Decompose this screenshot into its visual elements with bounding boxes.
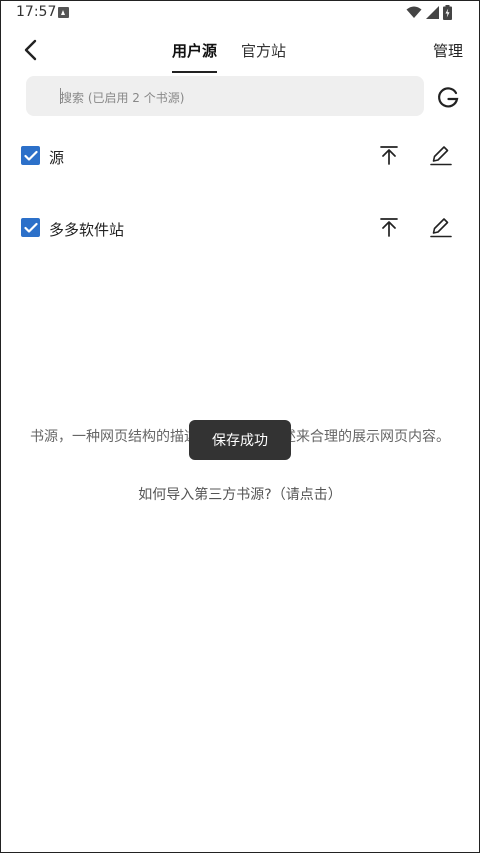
signal-icon [426,6,439,19]
back-button[interactable] [14,34,46,66]
search-input[interactable]: 搜索 (已启用 2 个书源) [26,76,424,116]
checkmark-icon [23,150,38,161]
google-icon [438,87,459,108]
wifi-icon [406,6,422,18]
edit-button[interactable] [428,142,454,168]
status-time: 17:57 [16,4,57,20]
source-checkbox[interactable] [21,218,40,237]
arrow-to-top-icon [380,218,398,237]
text-cursor [60,88,61,104]
status-bar: 17:57 [0,0,480,26]
pencil-icon [430,218,452,238]
back-arrow-icon [24,39,37,61]
google-button[interactable] [434,84,462,112]
tab-official-site[interactable]: 官方站 [241,26,286,74]
checkmark-icon [23,222,38,233]
notification-icon [58,7,69,18]
pencil-icon [430,146,452,166]
status-icons [406,5,452,20]
source-name: 多多软件站 [49,221,125,239]
search-placeholder: 搜索 (已启用 2 个书源) [60,91,185,105]
move-to-top-button[interactable] [376,142,402,168]
edit-button[interactable] [428,214,454,240]
battery-icon [443,5,452,20]
move-to-top-button[interactable] [376,214,402,240]
import-help-link[interactable]: 如何导入第三方书源?（请点击） [0,484,480,504]
toolbar: 用户源 官方站 管理 [0,26,480,74]
source-tabs: 用户源 官方站 [172,26,286,74]
manage-button[interactable]: 管理 [433,40,463,61]
arrow-to-top-icon [380,146,398,165]
toast-message: 保存成功 [189,420,291,460]
source-name: 源 [49,149,65,167]
list-item[interactable]: 源 [0,136,480,176]
source-checkbox[interactable] [21,146,40,165]
list-item[interactable]: 多多软件站 [0,208,480,248]
tab-user-sources[interactable]: 用户源 [172,26,218,74]
